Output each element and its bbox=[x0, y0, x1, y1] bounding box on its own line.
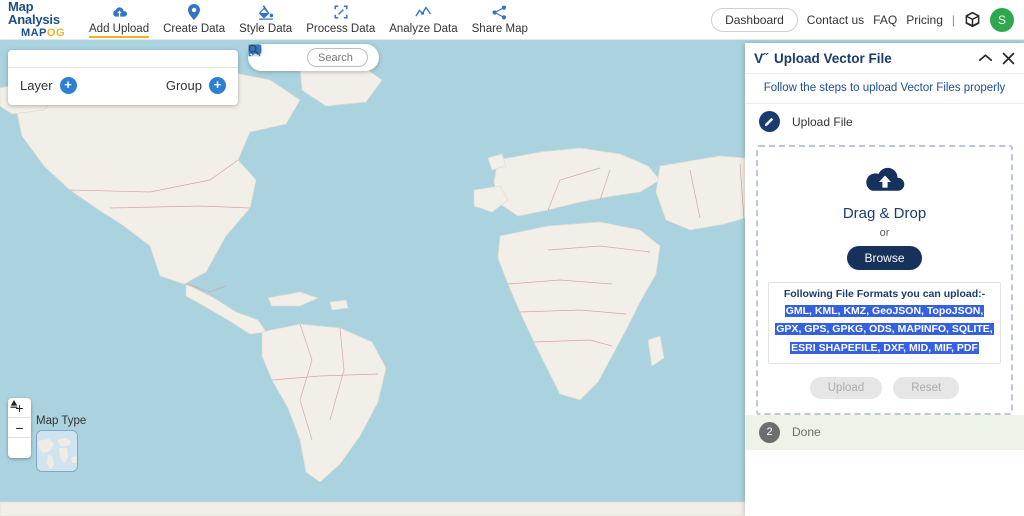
nav-item-process-data[interactable]: Process Data bbox=[299, 2, 382, 35]
main-nav: Add Upload Create Data Style Data Proces… bbox=[82, 2, 535, 38]
upload-button[interactable]: Upload bbox=[809, 376, 883, 399]
analytics-icon bbox=[415, 4, 432, 21]
step-done-badge: 2 bbox=[759, 421, 780, 443]
layer-panel: Layer + Group + bbox=[8, 50, 238, 105]
step-done[interactable]: 2 Done bbox=[745, 414, 1024, 450]
search-placeholder: Search bbox=[318, 51, 353, 64]
map-type-control: Map Type bbox=[36, 415, 86, 472]
step-upload-file[interactable]: Upload File bbox=[745, 104, 1024, 139]
nav-label-process-data: Process Data bbox=[306, 22, 376, 35]
cloud-upload-icon bbox=[111, 4, 128, 21]
layer-panel-header bbox=[8, 50, 238, 68]
compass-north-icon[interactable] bbox=[8, 400, 31, 458]
map-type-label: Map Type bbox=[36, 415, 87, 427]
nav-label-analyze-data: Analyze Data bbox=[389, 22, 458, 35]
group-label: Group bbox=[165, 78, 202, 93]
nav-item-share-map[interactable]: Share Map bbox=[465, 2, 535, 35]
cube-icon[interactable] bbox=[964, 11, 981, 28]
step-done-label: Done bbox=[792, 425, 821, 440]
nav-label-share-map: Share Map bbox=[471, 22, 528, 35]
panel-subtitle: Follow the steps to upload Vector Files … bbox=[745, 74, 1024, 104]
layer-control: Layer + bbox=[20, 77, 77, 94]
layer-label: Layer bbox=[20, 78, 53, 93]
pencil-icon bbox=[759, 111, 780, 132]
reset-button[interactable]: Reset bbox=[893, 376, 960, 399]
map-pin-icon bbox=[188, 4, 201, 21]
drag-drop-or: or bbox=[879, 227, 890, 239]
drop-zone[interactable]: Drag & Drop or Browse Following File For… bbox=[756, 145, 1013, 415]
brand-subtitle: MAPOG bbox=[8, 28, 78, 39]
browse-button[interactable]: Browse bbox=[847, 246, 922, 270]
paint-bucket-icon bbox=[258, 4, 274, 21]
formats-list: GML, KML, KMZ, GeoJSON, TopoJSON, GPX, G… bbox=[775, 305, 994, 354]
add-group-button[interactable]: + bbox=[209, 77, 226, 94]
brand-sub-og: OG bbox=[46, 27, 66, 39]
nav-item-style-data[interactable]: Style Data bbox=[232, 2, 299, 35]
map-toolbar: Search bbox=[248, 44, 379, 71]
nav-label-add-upload: Add Upload bbox=[89, 23, 150, 38]
dashboard-button[interactable]: Dashboard bbox=[711, 7, 798, 32]
chevron-up-icon[interactable] bbox=[978, 53, 993, 63]
brand-sub-map: MAP bbox=[20, 27, 47, 39]
faq-link[interactable]: FAQ bbox=[873, 13, 897, 27]
panel-header-actions bbox=[978, 52, 1015, 65]
contact-us-link[interactable]: Contact us bbox=[807, 13, 864, 27]
top-header: Map Analysis MAPOG Add Upload Create Dat… bbox=[0, 0, 1024, 40]
cloud-upload-icon bbox=[768, 165, 1001, 197]
dropzone-actions: Upload Reset bbox=[768, 376, 1001, 399]
nav-item-analyze-data[interactable]: Analyze Data bbox=[382, 2, 464, 35]
share-icon bbox=[492, 4, 507, 21]
panel-header: V˝ Upload Vector File bbox=[745, 43, 1024, 74]
transform-icon bbox=[333, 4, 349, 21]
map-thumb-graphic bbox=[37, 431, 77, 471]
nav-label-create-data: Create Data bbox=[163, 22, 226, 35]
add-layer-button[interactable]: + bbox=[59, 77, 77, 94]
nav-item-create-data[interactable]: Create Data bbox=[156, 2, 232, 35]
supported-formats-box: Following File Formats you can upload:- … bbox=[768, 282, 1001, 364]
brand-logo[interactable]: Map Analysis MAPOG bbox=[0, 0, 78, 39]
header-separator: | bbox=[951, 12, 955, 27]
avatar[interactable]: S bbox=[990, 7, 1014, 32]
header-actions: Dashboard Contact us FAQ Pricing | S bbox=[711, 7, 1024, 32]
close-icon[interactable] bbox=[1002, 52, 1015, 65]
app-root: Map Analysis MAPOG Add Upload Create Dat… bbox=[0, 0, 1024, 516]
formats-title: Following File Formats you can upload:- bbox=[783, 288, 986, 300]
drag-drop-title: Drag & Drop bbox=[842, 205, 927, 222]
layer-panel-body: Layer + Group + bbox=[8, 68, 238, 105]
zoom-controls: + − bbox=[8, 398, 31, 458]
upload-vector-file-panel: V˝ Upload Vector File Follow the steps t… bbox=[745, 43, 1024, 516]
search-input[interactable]: Search bbox=[248, 44, 368, 67]
step-upload-file-label: Upload File bbox=[792, 114, 853, 129]
nav-label-style-data: Style Data bbox=[239, 22, 293, 35]
vector-icon: V˝ bbox=[754, 50, 768, 66]
pricing-link[interactable]: Pricing bbox=[906, 13, 943, 27]
nav-item-add-upload[interactable]: Add Upload bbox=[82, 2, 156, 38]
panel-title: Upload Vector File bbox=[774, 50, 892, 66]
group-control: Group + bbox=[166, 77, 226, 94]
brand-title: Map Analysis bbox=[8, 0, 60, 27]
zoom-out-button[interactable]: − bbox=[8, 418, 31, 438]
map-type-thumbnail[interactable] bbox=[36, 430, 78, 472]
